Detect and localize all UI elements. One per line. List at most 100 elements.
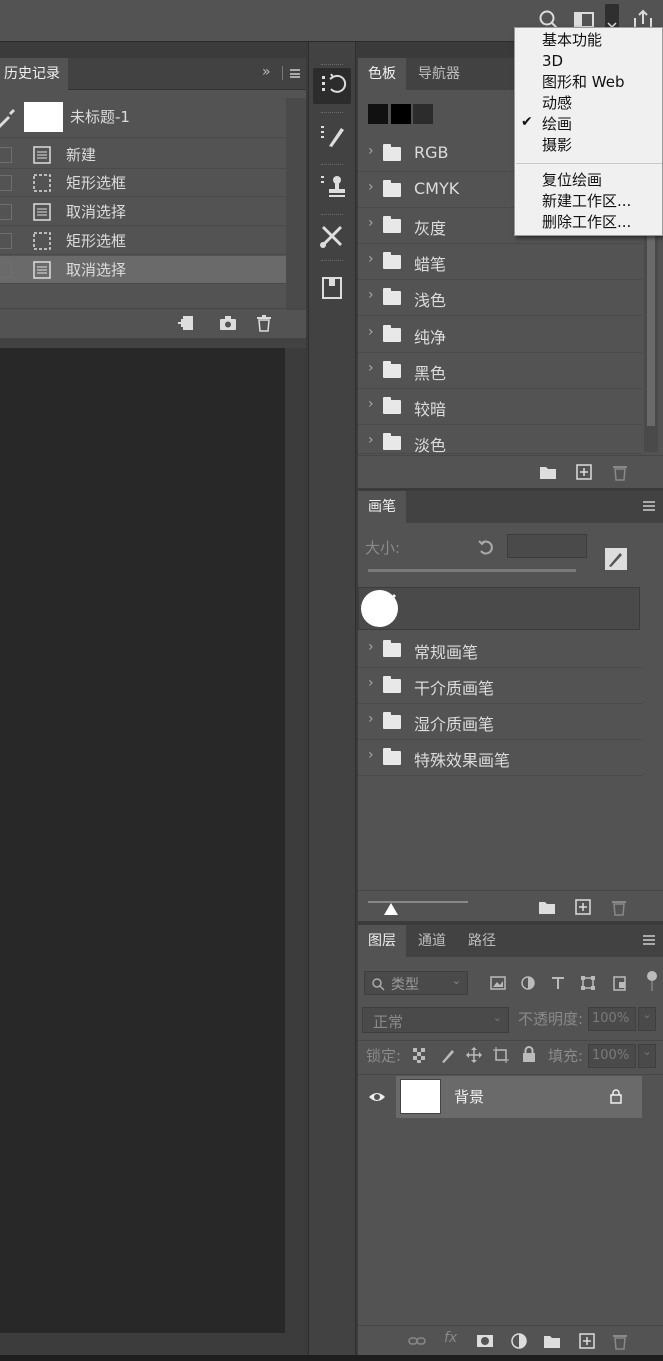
brush-settings-icon[interactable] [604, 547, 628, 571]
new-group-icon[interactable] [543, 1332, 561, 1350]
clone-source-button[interactable] [313, 168, 351, 204]
new-group-icon[interactable] [538, 898, 556, 916]
history-step[interactable]: 矩形选框 [0, 227, 286, 255]
shape-filter-icon[interactable] [580, 975, 596, 991]
swatch-folder[interactable]: › 蜡笔 [358, 245, 642, 280]
new-layer-icon[interactable] [578, 1332, 596, 1350]
swatch-black[interactable] [368, 104, 388, 124]
blend-mode-select[interactable]: 正常 ⌄ [362, 1007, 509, 1033]
menu-item-motion[interactable]: 动感 [542, 93, 572, 114]
panel-menu-icon[interactable] [643, 501, 655, 511]
size-slider[interactable] [368, 569, 576, 572]
lock-position-icon[interactable] [466, 1047, 482, 1063]
document-canvas[interactable] [0, 348, 285, 1333]
history-step[interactable]: 取消选择 [0, 198, 286, 226]
tab-brushes[interactable]: 画笔 [358, 491, 406, 523]
grip[interactable] [321, 214, 343, 216]
panel-expand-icon[interactable]: » [262, 64, 271, 80]
grip[interactable] [321, 64, 343, 66]
menu-item-3d[interactable]: 3D [542, 51, 563, 72]
swatch-folder[interactable]: › 较暗 [358, 390, 642, 425]
reset-icon[interactable] [476, 538, 496, 556]
swatches-scrollbar[interactable] [644, 236, 658, 452]
checkbox[interactable] [0, 262, 12, 278]
mask-icon[interactable] [476, 1332, 494, 1350]
menu-item-graphic-web[interactable]: 图形和 Web [542, 72, 624, 93]
lock-icon[interactable] [610, 1089, 622, 1104]
new-swatch-icon[interactable] [575, 463, 593, 481]
brush-folder[interactable]: › 常规画笔 [358, 633, 642, 668]
swatch-folder[interactable]: › 纯净 [358, 318, 642, 353]
canvas-horizontal-scrollbar[interactable] [0, 1333, 306, 1355]
smart-object-filter-icon[interactable] [612, 975, 628, 991]
menu-item-new-workspace[interactable]: 新建工作区... [542, 191, 631, 212]
panel-menu-icon[interactable] [643, 935, 655, 945]
lock-transparent-icon[interactable] [412, 1047, 428, 1063]
tab-history[interactable]: 历史记录 [0, 58, 68, 90]
visibility-cell[interactable] [358, 1076, 396, 1118]
preview-size-slider[interactable] [368, 901, 468, 903]
tab-swatches[interactable]: 色板 [358, 58, 406, 90]
checkbox[interactable] [0, 204, 12, 220]
opacity-input[interactable]: 100% [588, 1007, 636, 1031]
trash-icon[interactable] [611, 463, 629, 481]
tab-paths[interactable]: 路径 [458, 925, 506, 957]
filter-toggle[interactable] [647, 971, 657, 993]
menu-item-essentials[interactable]: 基本功能 [542, 30, 602, 51]
history-step-selected[interactable]: 取消选择 [0, 256, 286, 284]
adjustment-layer-icon[interactable] [510, 1332, 528, 1350]
menu-item-reset[interactable]: 复位绘画 [542, 170, 602, 191]
swatch-dark[interactable] [413, 104, 433, 124]
swatch-folder[interactable]: › 浅色 [358, 281, 642, 316]
brush-folder[interactable]: › 特殊效果画笔 [358, 741, 642, 776]
fill-input[interactable]: 100% [588, 1044, 636, 1068]
checkbox[interactable] [0, 175, 12, 191]
checkbox[interactable] [0, 233, 12, 249]
panel-menu-icon[interactable] [290, 69, 300, 78]
tab-layers[interactable]: 图层 [358, 925, 406, 957]
layer-filter-select[interactable]: 类型 ⌄ [364, 971, 468, 995]
history-panel-button[interactable] [313, 68, 351, 104]
brush-folder[interactable]: › 干介质画笔 [358, 669, 642, 704]
menu-item-painting[interactable]: 绘画 [542, 114, 572, 135]
history-snapshot[interactable]: 未标题-1 [0, 98, 286, 138]
trash-icon[interactable] [255, 314, 273, 332]
new-document-from-state-icon[interactable] [177, 314, 195, 332]
brush-preview[interactable] [358, 587, 640, 630]
trash-icon[interactable] [611, 1332, 629, 1350]
tab-channels[interactable]: 通道 [408, 925, 456, 957]
grip[interactable] [321, 164, 343, 166]
lock-all-icon[interactable] [522, 1046, 536, 1062]
canvas-vertical-scrollbar[interactable] [285, 348, 306, 1333]
brush-folder[interactable]: › 湿介质画笔 [358, 705, 642, 740]
swatch-folder[interactable]: › 黑色 [358, 354, 642, 389]
tool-presets-button[interactable] [313, 218, 351, 254]
history-brush-icon[interactable] [0, 108, 16, 128]
menu-item-delete-workspace[interactable]: 删除工作区... [542, 212, 631, 233]
slider-handle-icon[interactable] [384, 903, 398, 915]
swatch-black-2[interactable] [391, 104, 411, 124]
fill-dropdown[interactable]: ⌄ [638, 1044, 656, 1068]
swatch-folder[interactable]: › 淡色 [358, 426, 642, 454]
size-input[interactable] [507, 534, 587, 558]
history-step[interactable]: 矩形选框 [0, 169, 286, 197]
link-icon[interactable] [408, 1332, 426, 1350]
new-brush-icon[interactable] [574, 898, 592, 916]
brush-settings-button[interactable] [313, 118, 351, 154]
layer-row-background[interactable]: 背景 [358, 1076, 642, 1118]
tab-navigator[interactable]: 导航器 [408, 58, 470, 90]
grip[interactable] [321, 112, 343, 114]
notes-button[interactable] [313, 270, 351, 306]
checkbox[interactable] [0, 147, 12, 163]
lock-artboard-icon[interactable] [493, 1047, 509, 1063]
opacity-dropdown[interactable]: ⌄ [638, 1007, 656, 1031]
trash-icon[interactable] [610, 898, 628, 916]
menu-item-photography[interactable]: 摄影 [542, 135, 572, 156]
camera-icon[interactable] [219, 314, 237, 332]
history-step[interactable]: 新建 [0, 141, 286, 169]
pixel-layer-filter-icon[interactable] [490, 975, 506, 991]
eye-icon[interactable] [368, 1090, 386, 1104]
new-group-icon[interactable] [539, 463, 557, 481]
lock-pixels-icon[interactable] [440, 1047, 456, 1063]
grip[interactable] [321, 260, 343, 262]
